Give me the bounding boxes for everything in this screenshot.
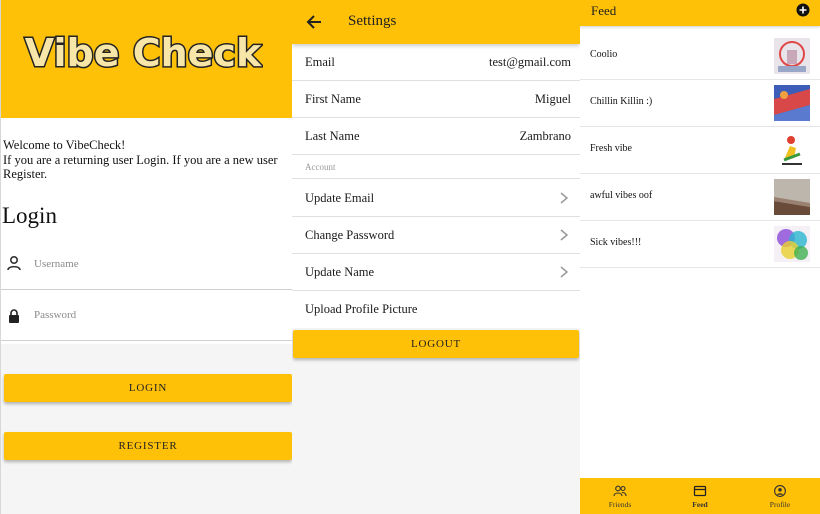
last-name-value: Zambrano [519,129,571,143]
username-field[interactable]: Username [1,240,292,290]
update-email-label: Update Email [305,191,375,205]
feed-item[interactable]: Fresh vibe [580,127,820,174]
welcome-line-1: Welcome to VibeCheck! [3,138,126,152]
update-email-row[interactable]: Update Email [292,180,580,217]
upload-profile-picture-row[interactable]: Upload Profile Picture [292,291,580,328]
vibe-check-logo: Vibe Check [23,30,263,77]
bottom-navigation: Friends Feed Profile [580,478,820,514]
feed-item-title: Chillin Killin :) [590,96,653,107]
feed-app-bar: Feed [580,0,820,26]
password-field[interactable]: Password [1,291,292,341]
settings-screen: Settings Email test@gmail.com First Name… [292,0,580,514]
welcome-line-2: If you are a returning user Login. If yo… [3,152,278,182]
login-heading: Login [2,203,57,228]
change-password-label: Change Password [305,228,395,242]
feed-item-title: awful vibes oof [590,190,653,201]
profile-icon [774,485,786,497]
update-name-label: Update Name [305,265,375,279]
nav-profile[interactable]: Profile [740,478,820,514]
chevron-right-icon [560,192,568,204]
email-value: test@gmail.com [489,55,571,69]
email-row: Email test@gmail.com [292,44,580,81]
feed-item-thumbnail [774,226,810,262]
settings-app-bar: Settings [292,0,580,44]
last-name-label: Last Name [305,129,360,143]
account-section-header: Account [305,162,336,172]
section-divider [292,178,580,179]
logo-banner: Vibe Check [1,0,292,118]
person-icon [7,255,21,271]
feed-item[interactable]: Coolio [580,33,820,80]
nav-profile-label: Profile [769,500,791,509]
feed-item-thumbnail [774,132,810,168]
upload-profile-picture-label: Upload Profile Picture [305,302,418,316]
last-name-row: Last Name Zambrano [292,118,580,155]
first-name-label: First Name [305,92,361,106]
register-button[interactable]: REGISTER [4,432,292,460]
feed-item-title: Coolio [590,49,618,60]
welcome-message: Welcome to VibeCheck! If you are a retur… [3,138,291,182]
feed-item[interactable]: awful vibes oof [580,174,820,221]
feed-item-title: Sick vibes!!! [590,237,642,248]
add-circle-icon[interactable] [796,3,810,17]
first-name-value: Miguel [534,92,571,106]
chevron-right-icon [560,229,568,241]
nav-friends[interactable]: Friends [580,478,660,514]
settings-title: Settings [348,13,397,29]
back-arrow-icon[interactable] [306,14,322,30]
chevron-right-icon [560,266,568,278]
nav-friends-label: Friends [608,500,632,509]
feed-icon [693,485,707,497]
logout-button[interactable]: LOGOUT [293,330,579,358]
feed-screen: Feed Coolio Chillin Killin :) Fresh vibe [580,0,820,514]
feed-item-title: Fresh vibe [590,143,632,154]
password-input[interactable]: Password [34,309,76,321]
email-label: Email [305,55,335,69]
first-name-row: First Name Miguel [292,81,580,118]
lock-icon [9,309,19,323]
feed-item[interactable]: Chillin Killin :) [580,80,820,127]
feed-item-thumbnail [774,38,810,74]
login-screen: Vibe Check Welcome to VibeCheck! If you … [0,0,292,514]
feed-item-thumbnail [774,85,810,121]
update-name-row[interactable]: Update Name [292,254,580,291]
username-input[interactable]: Username [34,258,79,270]
feed-item-thumbnail [774,179,810,215]
logo-text: Vibe Check [25,31,262,75]
feed-item[interactable]: Sick vibes!!! [580,221,820,268]
feed-title: Feed [591,3,617,18]
nav-feed[interactable]: Feed [660,478,740,514]
friends-icon [613,485,627,497]
nav-feed-label: Feed [692,500,708,509]
change-password-row[interactable]: Change Password [292,217,580,254]
login-button[interactable]: LOGIN [4,374,292,402]
